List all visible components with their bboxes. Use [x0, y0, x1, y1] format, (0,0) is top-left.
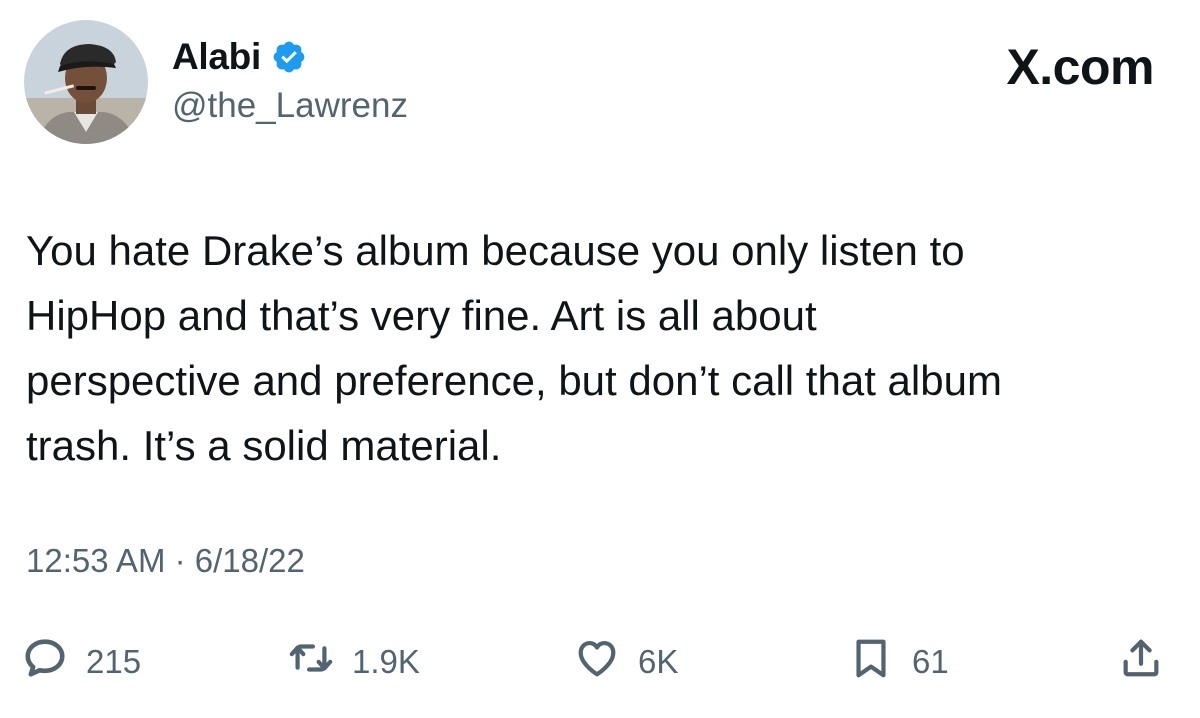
- like-button[interactable]: 6K: [574, 634, 678, 690]
- author-handle[interactable]: @the_Lawrenz: [172, 86, 408, 126]
- tweet-card: Alabi @the_Lawrenz X.com You hate Drake’…: [0, 0, 1200, 718]
- share-icon: [1118, 635, 1164, 689]
- bookmark-icon: [848, 635, 894, 689]
- like-count: 6K: [638, 643, 679, 680]
- retweet-icon: [288, 635, 334, 689]
- avatar[interactable]: [24, 20, 148, 144]
- retweet-button[interactable]: 1.9K: [288, 634, 420, 690]
- bookmark-button[interactable]: 61: [848, 634, 949, 690]
- retweet-count: 1.9K: [352, 643, 420, 680]
- reply-button[interactable]: 215: [22, 634, 141, 690]
- reply-icon: [22, 635, 68, 689]
- author-display-name[interactable]: Alabi: [172, 36, 261, 78]
- like-icon: [574, 635, 620, 689]
- author-name-row: Alabi: [172, 36, 307, 78]
- tweet-text: You hate Drake’s album because you only …: [26, 227, 1002, 469]
- share-button[interactable]: [1118, 634, 1164, 690]
- tweet-timestamp[interactable]: 12:53 AM · 6/18/22: [26, 542, 305, 580]
- brand-logo: X.com: [1006, 39, 1154, 95]
- verified-badge-icon: [271, 39, 307, 75]
- reply-count: 215: [86, 643, 142, 680]
- action-bar: 215 1.9K 6K 61: [22, 634, 1182, 690]
- bookmark-count: 61: [912, 643, 949, 680]
